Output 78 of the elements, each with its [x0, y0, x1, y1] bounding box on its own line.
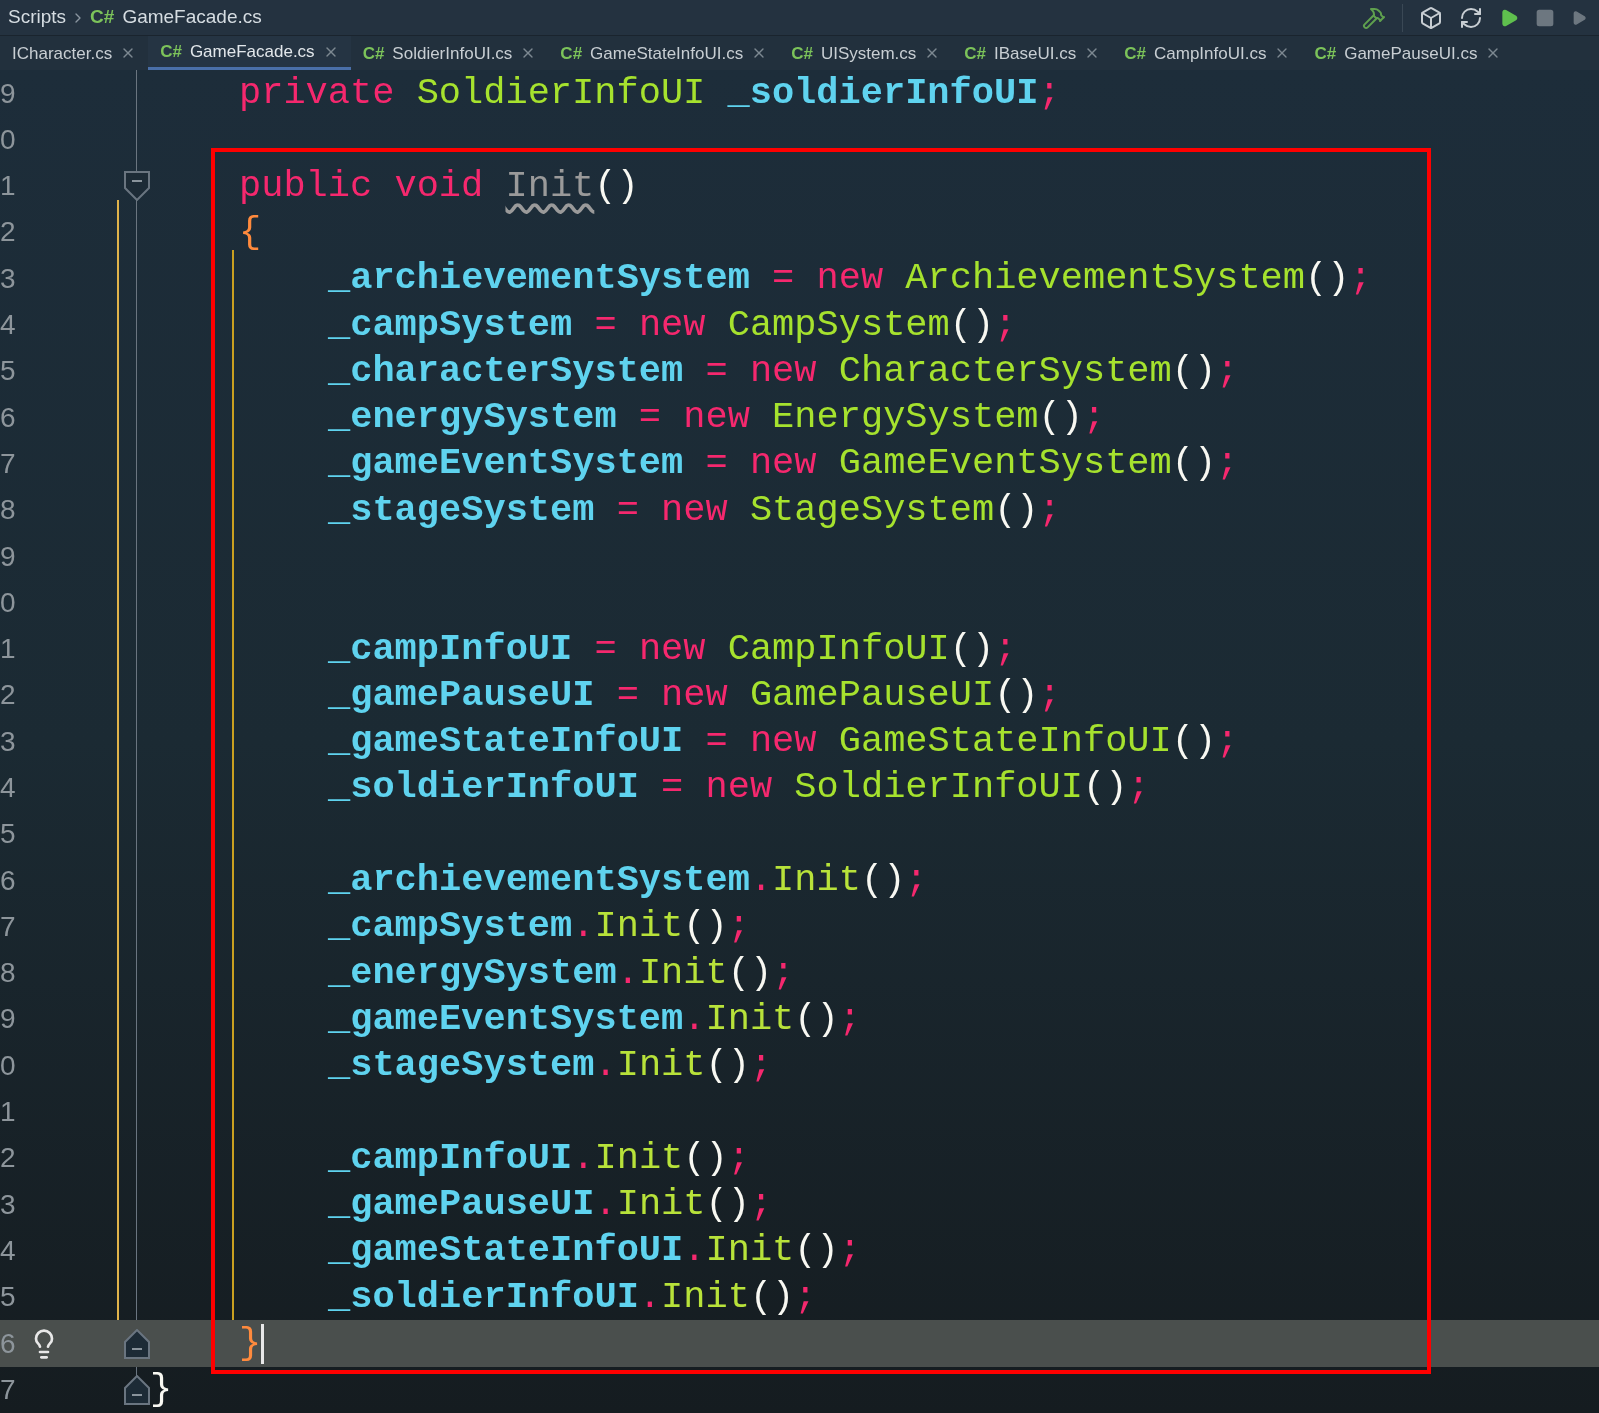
editor-tab[interactable]: C# GameStateInfoUI.cs	[548, 36, 780, 71]
fold-icon[interactable]	[124, 1374, 150, 1405]
line-number: 7	[0, 446, 16, 481]
code-line: private SoldierInfoUI _soldierInfoUI;	[239, 75, 1061, 113]
line-number: 6	[0, 400, 16, 435]
language-label: C#	[964, 42, 987, 65]
editor-tab[interactable]: C# CampInfoUI.cs	[1112, 36, 1303, 71]
line-number: 5	[0, 817, 16, 852]
language-label: C#	[560, 42, 583, 65]
editor-tab[interactable]: C# SoldierInfoUI.cs	[350, 36, 549, 71]
code-line: _campSystem = new CampSystem();	[328, 306, 1017, 344]
cube-icon[interactable]	[1419, 5, 1443, 30]
code-line: _campInfoUI.Init();	[328, 1139, 750, 1177]
code-line: _archievementSystem.Init();	[328, 862, 928, 900]
code-line: _campInfoUI = new CampInfoUI();	[328, 630, 1017, 668]
code-line: _characterSystem = new CharacterSystem();	[328, 352, 1239, 390]
line-number: 0	[0, 585, 16, 620]
line-number: 5	[0, 354, 16, 389]
stop-icon[interactable]	[1535, 7, 1555, 28]
editor-tab[interactable]: ICharacter.cs	[0, 36, 149, 71]
text-cursor	[261, 1323, 265, 1364]
line-number: 8	[0, 956, 16, 991]
line-number: 2	[0, 1141, 16, 1176]
editor-tab[interactable]: C# GameFacade.cs	[148, 36, 351, 71]
code-line: public void Init()	[239, 167, 639, 205]
line-number: 9	[0, 1002, 16, 1037]
code-line: _gameStateInfoUI = new GameStateInfoUI();	[328, 723, 1239, 761]
line-number: 0	[0, 1048, 16, 1083]
line-number: 1	[0, 169, 16, 204]
fold-icon[interactable]	[124, 171, 150, 202]
code-line: _campSystem.Init();	[328, 908, 750, 946]
line-number: 1	[0, 1095, 16, 1130]
hammer-icon[interactable]	[1362, 5, 1386, 30]
code-line: _soldierInfoUI.Init();	[328, 1278, 817, 1316]
line-number: 4	[0, 308, 16, 342]
language-label: C#	[90, 5, 115, 30]
line-number: 6	[0, 863, 16, 898]
line-number: 2	[0, 215, 16, 250]
code-line: _gameEventSystem.Init();	[328, 1000, 861, 1038]
line-number: 9	[0, 76, 16, 111]
line-number: 3	[0, 261, 16, 296]
code-line: {	[239, 213, 262, 251]
editor-tab[interactable]: C# IBaseUI.cs	[952, 36, 1113, 71]
code-line: }	[239, 1325, 262, 1363]
editor-tab[interactable]: C# GamePauseUI.cs	[1302, 36, 1514, 71]
breadcrumb-item[interactable]: GameFacade.cs	[122, 3, 262, 32]
code-line: _energySystem = new EnergySystem();	[328, 399, 1106, 437]
line-number: 3	[0, 724, 16, 759]
line-number: 6	[0, 1326, 16, 1361]
line-number: 5	[0, 1280, 16, 1315]
code-line: _gameStateInfoUI.Init();	[328, 1232, 861, 1270]
code-line: _gameEventSystem = new GameEventSystem();	[328, 445, 1239, 483]
line-number: 1	[0, 632, 16, 667]
line-number: 4	[0, 1233, 16, 1268]
language-label: C#	[362, 42, 385, 65]
code-line: _gamePauseUI.Init();	[328, 1186, 773, 1224]
language-label: C#	[160, 41, 182, 63]
code-line: _archievementSystem = new ArchievementSystem();	[328, 260, 1372, 298]
breadcrumb-item[interactable]: Scripts	[8, 3, 67, 32]
editor-tab[interactable]: C# UISystem.cs	[779, 36, 953, 71]
code-line: _soldierInfoUI = new SoldierInfoUI();	[328, 769, 1150, 807]
line-number: 4	[0, 771, 16, 805]
code-line: _gamePauseUI = new GamePauseUI();	[328, 676, 1061, 714]
line-number: 9	[0, 539, 16, 574]
line-number: 2	[0, 678, 16, 713]
line-number: 3	[0, 1187, 16, 1222]
language-label: C#	[791, 42, 813, 65]
line-number: 8	[0, 493, 16, 528]
language-label: C#	[1124, 42, 1146, 65]
code-line: _stageSystem = new StageSystem();	[328, 491, 1061, 529]
refresh-icon[interactable]	[1459, 5, 1483, 30]
code-line: }	[150, 1371, 173, 1409]
line-number: 0	[0, 122, 16, 157]
code-line: _energySystem.Init();	[328, 954, 795, 992]
code-line: _stageSystem.Init();	[328, 1047, 773, 1085]
language-label: C#	[1314, 42, 1337, 65]
line-number: 7	[0, 909, 16, 944]
line-number: 7	[0, 1372, 16, 1407]
